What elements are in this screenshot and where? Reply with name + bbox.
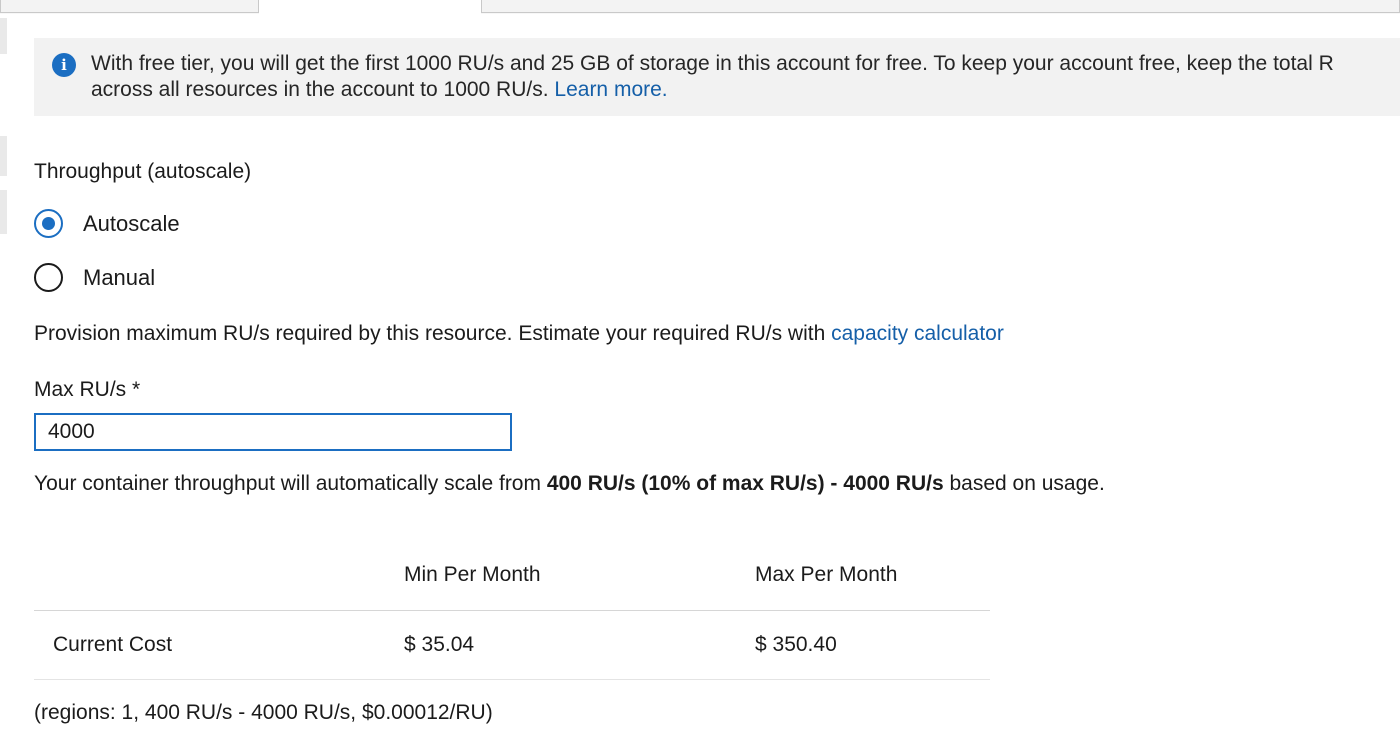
- info-banner-line1: With free tier, you will get the first 1…: [91, 52, 1334, 75]
- radio-autoscale-label[interactable]: Autoscale: [83, 209, 180, 239]
- max-rus-input[interactable]: [34, 413, 512, 451]
- regions-pricing-note: (regions: 1, 400 RU/s - 4000 RU/s, $0.00…: [34, 701, 493, 724]
- free-tier-info-banner: i With free tier, you will get the first…: [34, 38, 1400, 116]
- tab-strip: [0, 0, 1400, 14]
- scale-note-prefix: Your container throughput will automatic…: [34, 472, 541, 495]
- autoscale-range-note: Your container throughput will automatic…: [34, 470, 1105, 498]
- scale-note-range: 400 RU/s (10% of max RU/s) - 4000 RU/s: [546, 472, 944, 495]
- current-cost-max: $ 350.40: [755, 633, 837, 656]
- learn-more-link[interactable]: Learn more.: [554, 78, 667, 101]
- radio-manual-label[interactable]: Manual: [83, 263, 155, 293]
- info-banner-text: With free tier, you will get the first 1…: [91, 51, 1386, 107]
- radio-button-unchecked[interactable]: [34, 263, 63, 292]
- capacity-calculator-link[interactable]: capacity calculator: [831, 322, 1004, 345]
- tab-previous[interactable]: [0, 0, 259, 13]
- radio-button-checked[interactable]: [34, 209, 63, 238]
- current-cost-label: Current Cost: [53, 633, 173, 656]
- provision-text: Provision maximum RU/s required by this …: [34, 322, 826, 345]
- tab-active[interactable]: [259, 0, 481, 14]
- max-rus-label: Max RU/s *: [34, 378, 141, 401]
- scale-note-suffix: based on usage.: [949, 472, 1105, 495]
- header-max-per-month: Max Per Month: [755, 563, 898, 586]
- cost-table: Min Per Month Max Per Month Current Cost…: [34, 545, 990, 680]
- radio-selected-dot: [42, 217, 55, 230]
- header-min-per-month: Min Per Month: [404, 563, 541, 586]
- left-edge-marker: [0, 136, 7, 176]
- tab-next[interactable]: [481, 0, 1400, 13]
- throughput-section-title: Throughput (autoscale): [34, 160, 252, 183]
- table-row: Current Cost $ 35.04 $ 350.40: [34, 611, 990, 680]
- info-icon: i: [52, 53, 76, 77]
- left-edge-marker: [0, 190, 7, 234]
- left-edge-marker: [0, 18, 7, 54]
- info-banner-line2: across all resources in the account to 1…: [91, 78, 549, 101]
- current-cost-min: $ 35.04: [404, 633, 475, 656]
- cost-table-header: Min Per Month Max Per Month: [34, 545, 990, 611]
- provision-description: Provision maximum RU/s required by this …: [34, 320, 1004, 348]
